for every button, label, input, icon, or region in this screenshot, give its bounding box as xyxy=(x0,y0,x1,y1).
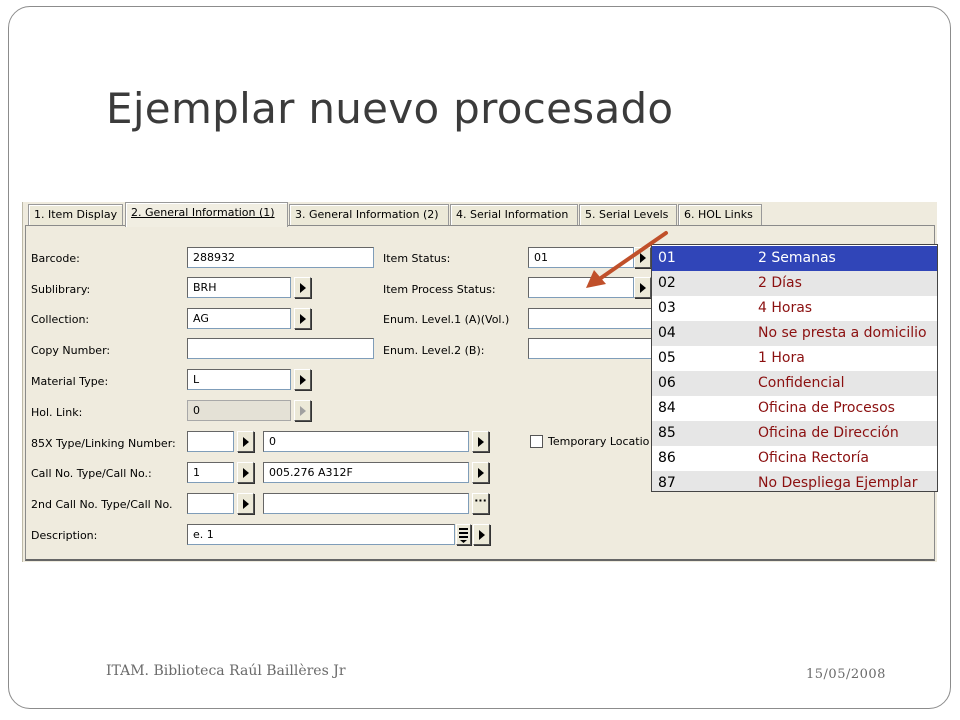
barcode-label: Barcode: xyxy=(31,252,80,265)
dropdown-option[interactable]: 04 No se presta a domicilio xyxy=(652,321,937,346)
triangle-right-icon xyxy=(300,375,306,385)
enum-level1-label: Enum. Level.1 (A)(Vol.) xyxy=(383,313,510,326)
item-status-dropdown[interactable]: 01 2 Semanas 02 2 Días 03 4 Horas 04 No se p… xyxy=(651,244,938,492)
sublibrary-lookup-button[interactable] xyxy=(294,277,311,298)
triangle-right-icon xyxy=(243,499,249,509)
list-icon xyxy=(459,528,468,543)
triangle-right-icon xyxy=(479,530,485,540)
copy-number-field[interactable] xyxy=(187,338,374,359)
enum-level2-field[interactable] xyxy=(528,338,658,359)
arrow-icon xyxy=(586,231,668,288)
dropdown-option[interactable]: 86 Oficina Rectoría xyxy=(652,446,937,471)
sublibrary-label: Sublibrary: xyxy=(31,283,91,296)
description-lookup-button[interactable] xyxy=(473,524,490,545)
copy-number-label: Copy Number: xyxy=(31,344,111,357)
hol-link-lookup-button xyxy=(294,400,311,421)
dropdown-option[interactable]: 84 Oficina de Procesos xyxy=(652,396,937,421)
linking-number-field[interactable]: 0 xyxy=(263,431,469,452)
tab-general-information-2[interactable]: 3. General Information (2) xyxy=(289,204,449,225)
call-no2-label: 2nd Call No. Type/Call No. xyxy=(31,498,173,511)
material-type-field[interactable]: L xyxy=(187,369,291,390)
material-type-lookup-button[interactable] xyxy=(294,369,311,390)
call-no2-type-lookup-button[interactable] xyxy=(237,493,254,514)
sublibrary-field[interactable]: BRH xyxy=(187,277,291,298)
enum-level2-label: Enum. Level.2 (B): xyxy=(383,344,485,357)
ellipsis-icon: ··· xyxy=(474,494,487,507)
dropdown-option[interactable]: 02 2 Días xyxy=(652,271,937,296)
call-no-type-lookup-button[interactable] xyxy=(237,462,254,483)
description-label: Description: xyxy=(31,529,98,542)
item-process-status-label: Item Process Status: xyxy=(383,283,496,296)
description-field[interactable]: e. 1 xyxy=(187,524,455,545)
type-85x-lookup-button[interactable] xyxy=(237,431,254,452)
footer-date: 15/05/2008 xyxy=(806,667,886,682)
footer-institution: ITAM. Biblioteca Raúl Baillères Jr xyxy=(106,663,346,679)
triangle-right-icon xyxy=(300,406,306,416)
call-no2-ellipsis-button[interactable]: ··· xyxy=(472,493,489,514)
tab-item-display[interactable]: 1. Item Display xyxy=(28,204,123,225)
material-type-label: Material Type: xyxy=(31,375,109,388)
call-no-label: Call No. Type/Call No.: xyxy=(31,467,152,480)
triangle-right-icon xyxy=(478,437,484,447)
item-status-label: Item Status: xyxy=(383,252,451,265)
dropdown-option[interactable]: 01 2 Semanas xyxy=(652,246,937,271)
dropdown-option[interactable]: 06 Confidencial xyxy=(652,371,937,396)
call-no-lookup-button[interactable] xyxy=(472,462,489,483)
triangle-right-icon xyxy=(243,437,249,447)
hol-link-field: 0 xyxy=(187,400,291,421)
triangle-right-icon xyxy=(300,283,306,293)
collection-label: Collection: xyxy=(31,313,90,326)
dropdown-option[interactable]: 05 1 Hora xyxy=(652,346,937,371)
collection-field[interactable]: AG xyxy=(187,308,291,329)
tab-general-information-1[interactable]: 2. General Information (1) xyxy=(125,202,288,227)
dropdown-option[interactable]: 03 4 Horas xyxy=(652,296,937,321)
triangle-right-icon xyxy=(243,468,249,478)
tab-serial-levels[interactable]: 5. Serial Levels xyxy=(579,204,677,225)
call-no-type-field[interactable]: 1 xyxy=(187,462,234,483)
call-no2-field[interactable] xyxy=(263,493,469,514)
triangle-right-icon xyxy=(300,314,306,324)
call-no-field[interactable]: 005.276 A312F xyxy=(263,462,469,483)
call-no2-type-field[interactable] xyxy=(187,493,234,514)
linking-number-lookup-button[interactable] xyxy=(472,431,489,452)
tab-strip: 1. Item Display 2. General Information (… xyxy=(23,202,937,227)
temporary-location-checkbox[interactable] xyxy=(530,435,543,448)
enum-level1-field[interactable] xyxy=(528,308,658,329)
dropdown-option[interactable]: 87 No Despliega Ejemplar xyxy=(652,471,937,491)
triangle-right-icon xyxy=(478,468,484,478)
dropdown-option[interactable]: 85 Oficina de Dirección xyxy=(652,421,937,446)
collection-lookup-button[interactable] xyxy=(294,308,311,329)
type-85x-label: 85X Type/Linking Number: xyxy=(31,437,176,450)
hol-link-label: Hol. Link: xyxy=(31,406,83,419)
description-list-button[interactable] xyxy=(456,524,471,545)
temporary-location-label: Temporary Locatio xyxy=(548,435,650,448)
type-85x-field[interactable] xyxy=(187,431,234,452)
tab-hol-links[interactable]: 6. HOL Links xyxy=(678,204,762,225)
tab-serial-information[interactable]: 4. Serial Information xyxy=(450,204,578,225)
slide-title: Ejemplar nuevo procesado xyxy=(106,84,674,133)
barcode-field[interactable]: 288932 xyxy=(187,247,374,268)
